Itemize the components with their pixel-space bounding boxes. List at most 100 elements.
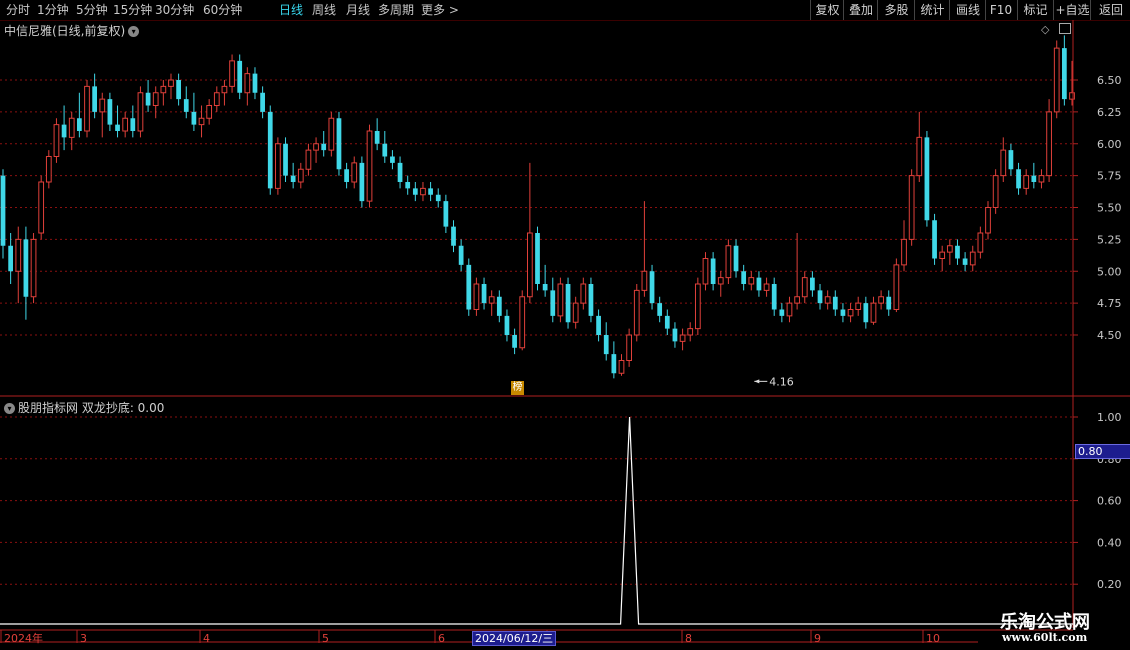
candle	[473, 277, 480, 316]
candle	[428, 182, 433, 202]
candle	[504, 309, 510, 342]
indicator-y-tick-label: 0.60	[1097, 495, 1122, 508]
candle	[779, 303, 785, 323]
candle	[535, 226, 540, 291]
candle	[397, 156, 403, 189]
candle	[550, 277, 556, 323]
x-tick-label: 8	[685, 632, 692, 645]
candle	[687, 322, 694, 342]
candle	[679, 328, 686, 351]
indicator-title[interactable]: ▾ 股朋指标网 双龙抄底: 0.00	[4, 399, 164, 416]
candle	[733, 239, 739, 278]
candle	[488, 290, 495, 316]
candle	[321, 131, 327, 157]
candle	[741, 264, 747, 291]
candle	[512, 328, 517, 355]
candle	[519, 290, 526, 351]
y-tick-label: 6.50	[1097, 74, 1122, 87]
candle	[786, 296, 793, 323]
candle	[366, 124, 373, 208]
candle	[313, 137, 319, 163]
candle	[382, 131, 388, 163]
candle	[8, 233, 14, 284]
candle	[1069, 60, 1075, 106]
candle	[451, 220, 456, 253]
candle	[801, 271, 808, 304]
candle	[229, 54, 235, 93]
kline-chart[interactable]: 6.814.16 4.504.755.005.255.505.756.006.2…	[0, 0, 1130, 650]
candle	[435, 188, 441, 208]
candle	[176, 73, 181, 106]
candle	[53, 118, 60, 163]
candle	[351, 156, 358, 189]
chevron-down-icon[interactable]: ▾	[4, 403, 15, 414]
y-tick-label: 6.25	[1097, 106, 1122, 119]
candle	[664, 309, 670, 335]
candle	[832, 290, 838, 316]
candle	[878, 290, 884, 310]
candle	[526, 162, 533, 304]
candle	[870, 296, 877, 325]
candle	[855, 296, 862, 316]
candle	[122, 111, 129, 138]
candle	[977, 226, 984, 259]
candle	[580, 277, 587, 310]
candle	[886, 290, 892, 316]
candle	[810, 271, 815, 297]
candle	[847, 303, 854, 323]
candle	[107, 92, 113, 131]
candle	[252, 67, 258, 100]
x-tick-label: 10	[926, 632, 940, 645]
candle	[863, 296, 869, 329]
candle	[969, 245, 976, 272]
candle	[702, 252, 709, 291]
candle	[694, 277, 701, 335]
candle	[542, 264, 548, 297]
x-tick-label: 9	[814, 632, 821, 645]
candle	[717, 271, 724, 297]
candle	[1016, 162, 1021, 195]
y-tick-label: 4.50	[1097, 329, 1122, 342]
candle	[672, 322, 678, 348]
x-tick-label: 6	[438, 632, 445, 645]
candle	[23, 226, 29, 320]
x-tick-label: 5	[322, 632, 329, 645]
rank-badge[interactable]: 榜	[511, 381, 524, 395]
cursor-value-tip: 0.80	[1075, 444, 1130, 459]
candle	[901, 220, 907, 272]
candle	[946, 239, 953, 265]
candle	[260, 86, 265, 119]
candle	[1008, 143, 1014, 176]
candle	[1038, 169, 1045, 189]
candle	[641, 201, 648, 297]
x-tick-label: 2024年	[4, 631, 43, 645]
y-tick-label: 5.25	[1097, 233, 1122, 246]
candle	[374, 118, 380, 151]
candle	[932, 213, 937, 265]
y-tick-label: 6.00	[1097, 138, 1122, 151]
candle	[496, 290, 502, 323]
candle	[817, 284, 823, 310]
candle	[0, 169, 6, 259]
candle	[481, 277, 487, 310]
candle	[152, 86, 159, 119]
y-tick-label: 4.75	[1097, 297, 1122, 310]
low-annotation: 4.16	[754, 375, 794, 388]
candle	[924, 131, 930, 227]
candle	[1031, 162, 1037, 189]
svg-text:4.16: 4.16	[769, 375, 794, 388]
candle	[649, 264, 655, 310]
candle	[84, 80, 90, 138]
candle	[244, 67, 251, 106]
candle	[603, 322, 609, 361]
indicator-y-tick-label: 1.00	[1097, 411, 1122, 424]
candle	[45, 150, 52, 189]
candle	[840, 303, 846, 323]
candle	[1053, 40, 1060, 119]
candle	[443, 194, 449, 233]
candle	[633, 284, 640, 342]
candle	[626, 328, 632, 367]
candle	[939, 245, 946, 272]
candle	[206, 99, 213, 125]
candle	[466, 258, 472, 316]
